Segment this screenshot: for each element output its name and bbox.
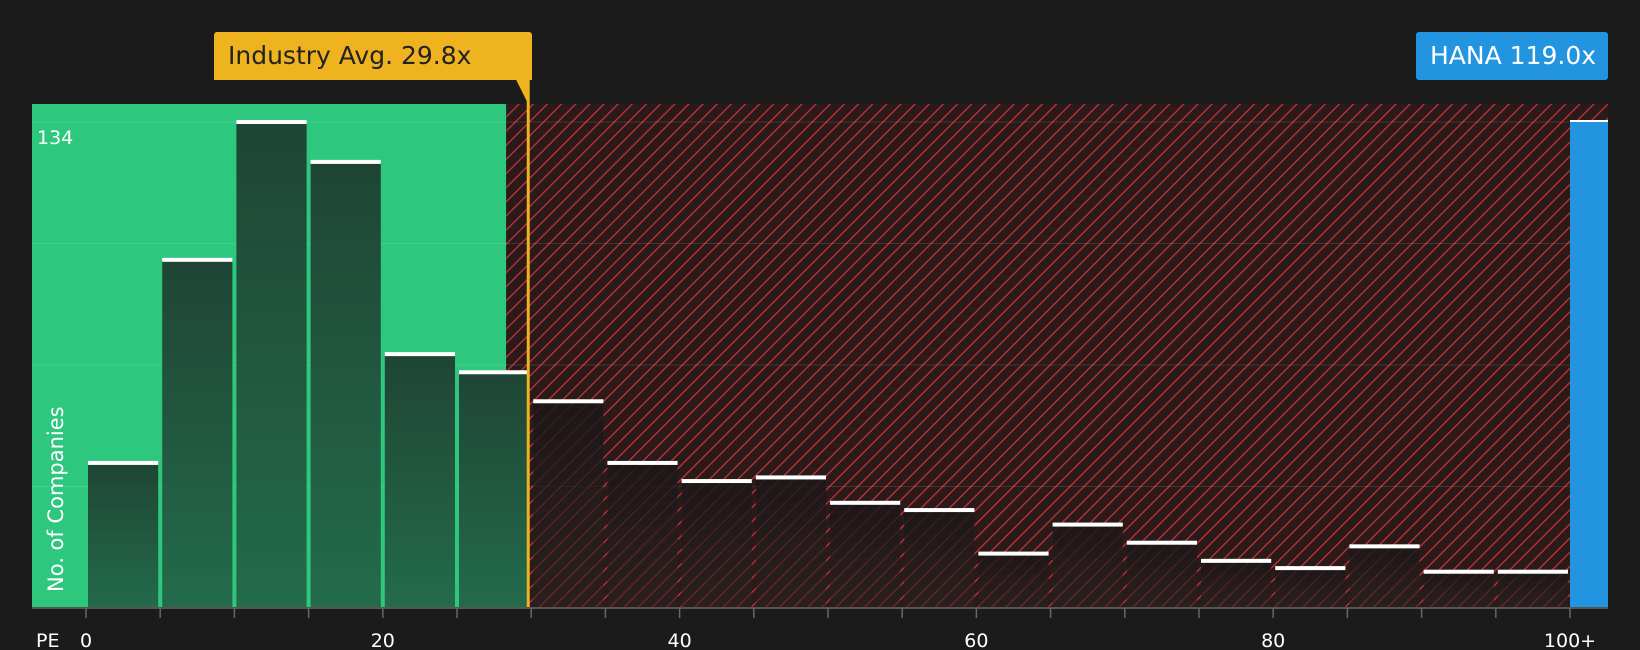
x-tick-label: 20 — [371, 630, 395, 650]
histogram-bar-cap-2 — [236, 120, 307, 124]
histogram-bar-16 — [1275, 568, 1346, 608]
histogram-bar-cap-5 — [459, 370, 530, 375]
histogram-bar-cap-18 — [1423, 569, 1494, 574]
histogram-bar-cap-15 — [1201, 558, 1272, 563]
histogram-bar-14 — [1126, 542, 1197, 608]
pe-distribution-chart: 0 20 40 60 80 100+ 134 No. of Companies PE — [32, 68, 1609, 650]
y-axis-max-label: 134 — [37, 127, 73, 149]
x-tick-label: 60 — [964, 630, 988, 650]
histogram-bar-10 — [830, 502, 901, 608]
histogram-bar-cap-0 — [88, 460, 159, 465]
company-pe-callout: HANA 119.0x — [1416, 32, 1608, 80]
histogram-bar-cap-19 — [1497, 569, 1568, 574]
histogram-bar-18 — [1423, 571, 1494, 608]
histogram-bar-0 — [88, 462, 159, 608]
histogram-bar-17 — [1349, 546, 1420, 608]
histogram-bar-cap-1 — [162, 257, 233, 262]
histogram-bar-7 — [607, 462, 678, 608]
x-tick-label: 80 — [1261, 630, 1285, 650]
x-axis-label: PE — [36, 630, 59, 650]
histogram-bar-cap-10 — [830, 500, 901, 505]
histogram-bar-12 — [978, 553, 1049, 608]
histogram-bar-cap-7 — [607, 460, 678, 465]
industry-callout-pointer — [516, 80, 529, 104]
histogram-bar-cap-16 — [1275, 566, 1346, 571]
histogram-bar-cap-4 — [384, 352, 455, 357]
histogram-bar-4 — [384, 354, 455, 608]
histogram-bar-15 — [1201, 560, 1272, 608]
histogram-bar-19 — [1497, 571, 1568, 608]
histogram-bar-cap-8 — [681, 479, 752, 484]
histogram-bar-6 — [533, 401, 604, 608]
histogram-bar-11 — [904, 510, 975, 608]
y-axis-label: No. of Companies — [44, 406, 68, 592]
histogram-bar-cap-14 — [1126, 540, 1197, 545]
x-tick-label: 0 — [80, 630, 92, 650]
histogram-bar-cap-12 — [978, 551, 1049, 556]
x-tick-label: 100+ — [1544, 630, 1596, 650]
histogram-bar-5 — [459, 372, 530, 608]
x-tick-label: 40 — [668, 630, 692, 650]
histogram-bar-cap-13 — [1052, 522, 1123, 527]
histogram-bar-cap-3 — [310, 159, 381, 164]
histogram-bar-9 — [755, 477, 826, 608]
histogram-bar-cap-6 — [533, 399, 604, 404]
histogram-bar-cap-9 — [755, 475, 826, 480]
histogram-bar-cap-17 — [1349, 544, 1420, 549]
company-bar — [1570, 122, 1608, 608]
histogram-bar-8 — [681, 481, 752, 608]
industry-average-callout: Industry Avg. 29.8x — [214, 32, 532, 80]
x-axis-ticks: 0 20 40 60 80 100+ — [80, 608, 1596, 650]
histogram-bar-13 — [1052, 524, 1123, 608]
histogram-bar-cap-11 — [904, 508, 975, 513]
histogram-bar-3 — [310, 161, 381, 609]
histogram-bar-2 — [236, 122, 307, 608]
histogram-bar-1 — [162, 259, 233, 608]
